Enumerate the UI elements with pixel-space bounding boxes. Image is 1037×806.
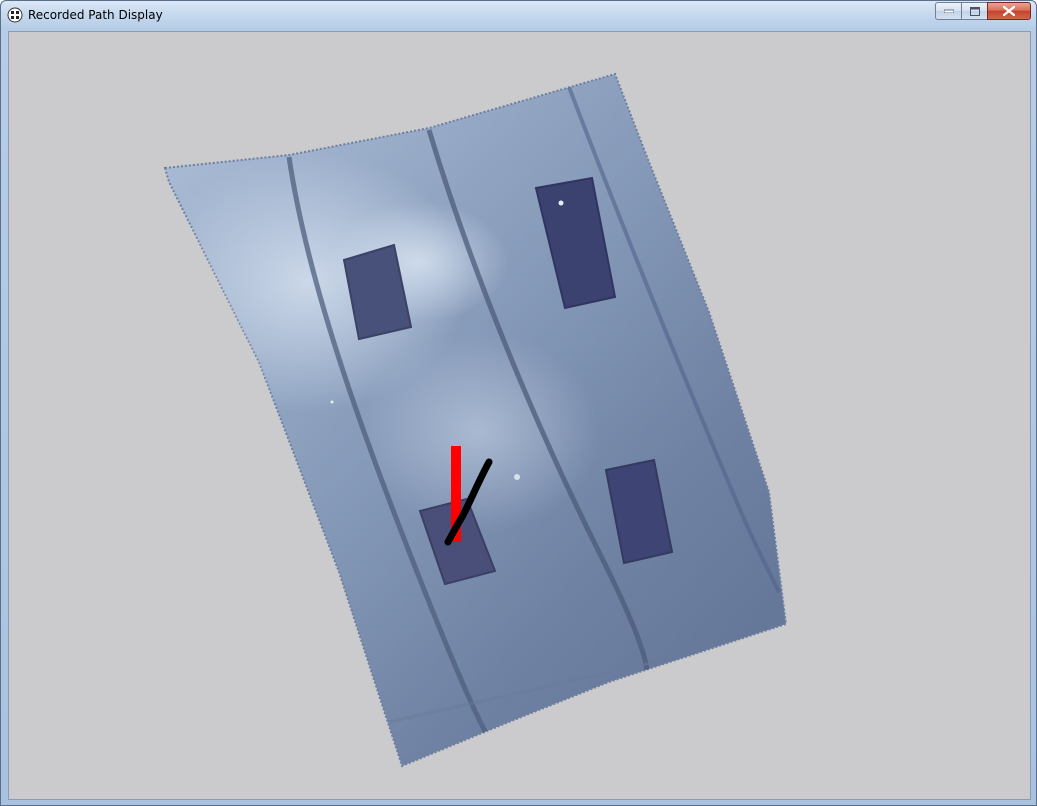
title-bar[interactable]: Recorded Path Display (1, 1, 1036, 30)
floor-speck (330, 400, 334, 404)
app-icon (7, 7, 23, 23)
window-title: Recorded Path Display (28, 8, 163, 22)
floor-speck (514, 474, 520, 480)
path-display-scene (163, 72, 788, 768)
minimize-button[interactable] (935, 2, 961, 20)
floor-image (163, 72, 788, 768)
maximize-icon (969, 6, 980, 16)
path-display-canvas[interactable] (8, 31, 1031, 800)
floor-speck (558, 200, 564, 206)
caption-buttons (935, 2, 1031, 21)
close-button[interactable] (987, 2, 1031, 20)
maximize-button[interactable] (961, 2, 987, 20)
close-icon (1003, 6, 1015, 16)
minimize-icon (943, 9, 954, 13)
app-window: Recorded Path Display (0, 0, 1037, 806)
